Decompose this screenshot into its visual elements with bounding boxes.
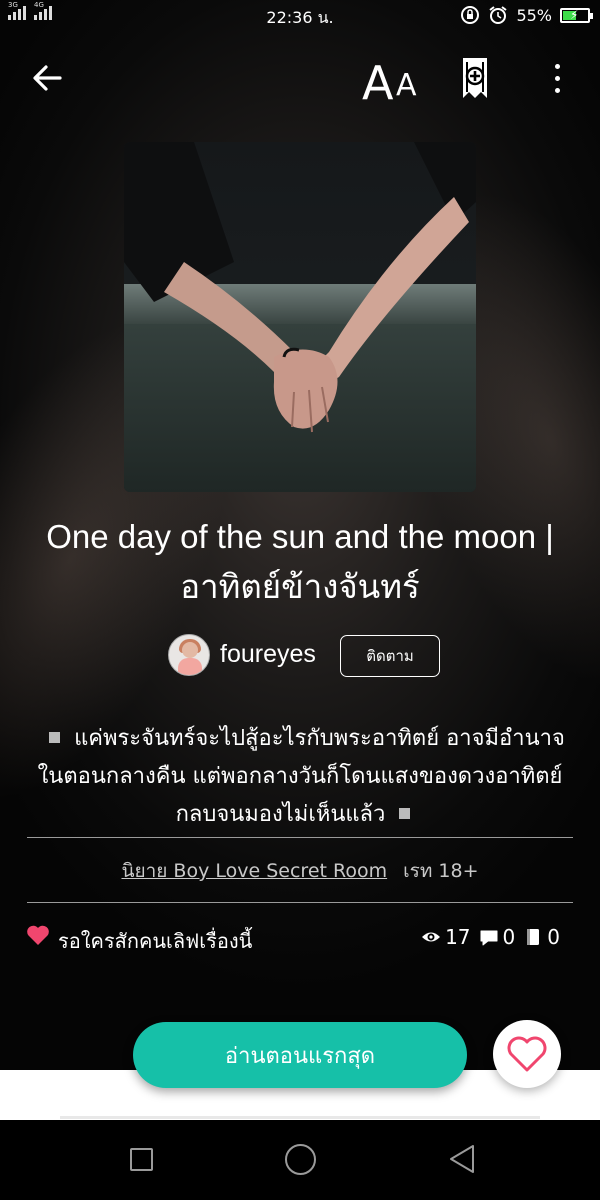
bullet-square-icon	[399, 808, 411, 819]
more-vertical-icon	[555, 64, 560, 69]
battery-percent: 55%	[516, 5, 552, 25]
battery-icon: ⚡	[560, 7, 593, 23]
holding-hands-illustration	[124, 142, 476, 492]
font-size-button[interactable]: A A	[360, 54, 424, 110]
rating-badge: เรท 18+	[403, 860, 479, 882]
synopsis-text: แค่พระจันทร์จะไปสู้อะไรกับพระอาทิตย์ อาจ…	[37, 726, 565, 827]
comment-icon	[480, 930, 498, 946]
back-button[interactable]	[28, 58, 68, 98]
book-icon	[527, 929, 540, 945]
arrow-left-icon	[33, 65, 62, 91]
views-count: 17	[445, 925, 471, 949]
divider	[27, 902, 573, 903]
rotation-lock-icon	[461, 6, 480, 24]
comments-count: 0	[502, 925, 516, 949]
divider	[27, 837, 573, 838]
font-size-icon: A	[362, 56, 394, 110]
eye-icon	[422, 932, 441, 942]
avatar[interactable]	[168, 634, 210, 676]
category-link[interactable]: นิยาย Boy Love Secret Room	[121, 860, 387, 882]
synopsis: แค่พระจันทร์จะไปสู้อะไรกับพระอาทิตย์ อาจ…	[30, 720, 570, 834]
alarm-icon	[489, 6, 508, 24]
novel-detail-screen: 3G 4G 22:36 น. 55% ⚡ A A One day of the …	[0, 0, 600, 1200]
status-bar: 3G 4G 22:36 น. 55% ⚡	[0, 0, 600, 34]
nav-back-button[interactable]	[448, 1144, 476, 1174]
follow-button[interactable]: ติดตาม	[340, 635, 440, 677]
category-row: นิยาย Boy Love Secret Room เรท 18+	[0, 856, 600, 886]
more-options-button[interactable]	[540, 58, 574, 98]
read-first-chapter-button[interactable]: อ่านตอนแรกสุด	[133, 1022, 467, 1088]
add-to-library-button[interactable]	[455, 56, 495, 100]
novel-cover-image[interactable]	[124, 142, 476, 492]
top-toolbar: A A	[0, 50, 600, 110]
author-name[interactable]: foureyes	[220, 640, 316, 669]
recent-apps-button[interactable]	[130, 1148, 153, 1171]
heart-outline-icon	[507, 1036, 547, 1072]
chapters-count: 0	[547, 925, 560, 949]
favorite-button[interactable]	[493, 1020, 561, 1088]
home-button[interactable]	[285, 1144, 316, 1175]
author-row: foureyes ติดตาม	[168, 634, 468, 678]
stats-counters: 17 0 0	[421, 925, 564, 949]
heart-icon	[27, 925, 49, 945]
bullet-square-icon	[49, 732, 61, 743]
love-prompt-text: รอใครสักคนเลิฟเรื่องนี้	[58, 929, 253, 953]
stats-row: รอใครสักคนเลิฟเรื่องนี้ 17 0 0	[0, 920, 600, 960]
status-icons: 55% ⚡	[460, 5, 593, 25]
novel-title: One day of the sun and the moon | อาทิตย…	[46, 518, 554, 605]
system-navigation-bar	[0, 1120, 600, 1200]
add-to-library-icon	[463, 58, 487, 98]
